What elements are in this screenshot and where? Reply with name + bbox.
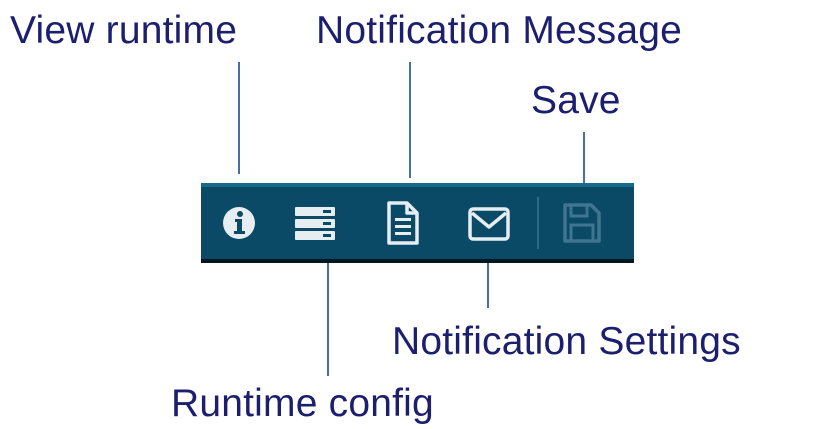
info-icon — [223, 207, 255, 239]
notification-settings-button[interactable] — [461, 187, 517, 259]
notification-message-button[interactable] — [377, 187, 429, 259]
leader-save — [583, 132, 585, 190]
callout-notification-settings: Notification Settings — [392, 320, 741, 363]
callout-save: Save — [531, 79, 621, 122]
toolbar — [201, 183, 634, 263]
view-runtime-button[interactable] — [215, 187, 263, 259]
toolbar-separator — [537, 197, 539, 249]
save-button[interactable] — [555, 187, 607, 259]
callout-view-runtime: View runtime — [10, 9, 238, 52]
leader-runtime-config — [327, 258, 329, 376]
runtime-config-button[interactable] — [287, 187, 343, 259]
callout-runtime-config: Runtime config — [171, 382, 434, 425]
callout-notification-message: Notification Message — [316, 9, 683, 52]
floppy-disk-icon — [563, 203, 601, 243]
envelope-icon — [468, 207, 510, 241]
server-icon — [295, 207, 335, 240]
leader-view-runtime — [238, 62, 240, 174]
leader-notification-message — [409, 62, 411, 178]
leader-notification-settings — [487, 260, 489, 308]
document-icon — [387, 201, 419, 245]
